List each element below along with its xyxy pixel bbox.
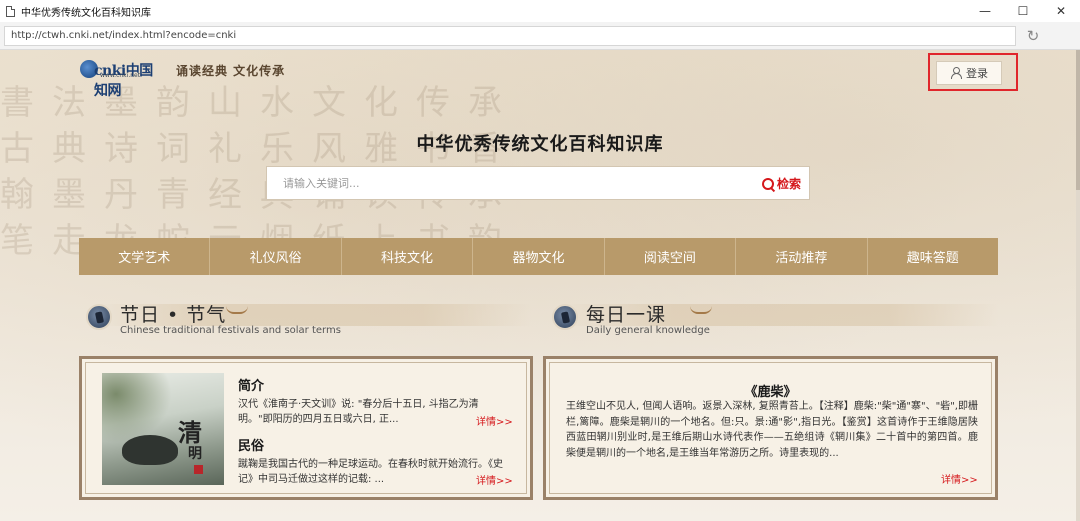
festivals-section-header: 节日 • 节气 Chinese traditional festivals an…: [80, 296, 532, 342]
logo-url-text: www.cnki.net: [100, 72, 141, 79]
document-icon: [6, 5, 15, 17]
search-button-label: 检索: [776, 177, 801, 191]
daily-section-header: 每日一课 Daily general knowledge: [546, 296, 998, 342]
close-button[interactable]: ✕: [1042, 0, 1080, 22]
festivals-title: 节日 • 节气: [120, 304, 227, 326]
cnki-logo[interactable]: cnki中国知网 www.cnki.net: [80, 60, 162, 99]
nav-item-literature-art[interactable]: 文学艺术: [79, 238, 211, 275]
daily-more-link[interactable]: 详情>>: [941, 471, 978, 486]
festivals-card: 清 明 简介 汉代《淮南子·天文训》说: "春分后十五日, 斗指乙为清明。"即阳…: [79, 356, 533, 500]
scrollbar-thumb[interactable]: [1076, 50, 1080, 190]
daily-subtitle: Daily general knowledge: [586, 325, 710, 336]
search-button[interactable]: 检索: [761, 175, 801, 192]
nav-item-quiz[interactable]: 趣味答题: [868, 238, 998, 275]
customs-heading: 民俗: [238, 439, 265, 454]
reload-icon[interactable]: ↻: [1024, 27, 1042, 45]
nav-item-technology-culture[interactable]: 科技文化: [342, 238, 474, 275]
nav-item-artifact-culture[interactable]: 器物文化: [473, 238, 605, 275]
minimize-button[interactable]: —: [966, 0, 1004, 22]
login-button[interactable]: 登录: [936, 61, 1002, 85]
address-bar: http://ctwh.cnki.net/index.html?encode=c…: [0, 22, 1080, 50]
login-label: 登录: [966, 67, 988, 80]
maximize-button[interactable]: ☐: [1004, 0, 1042, 22]
window-controls: — ☐ ✕: [966, 0, 1080, 22]
poem-text: 王维空山不见人, 但闻人语响。返景入深林, 复照青苔上。【注释】鹿柴:"柴"通"…: [566, 401, 978, 459]
qingming-thumbnail[interactable]: 清 明: [102, 373, 224, 485]
site-slogan: 诵读经典 文化传承: [176, 64, 286, 78]
search-input[interactable]: [267, 167, 737, 199]
customs-text: 蹴鞠是我国古代的一种足球运动。在春秋时就开始流行。《史记》中司马迁做过这样的记载…: [238, 459, 503, 485]
ink-stone-icon: [552, 304, 578, 330]
intro-heading: 简介: [238, 379, 265, 394]
page-title: 中华优秀传统文化百科知识库: [416, 134, 664, 155]
window-titlebar: 中华优秀传统文化百科知识库 — ☐ ✕: [0, 0, 1080, 22]
intro-more-link[interactable]: 详情>>: [476, 413, 513, 428]
daily-card: 《鹿柴》 王维空山不见人, 但闻人语响。返景入深林, 复照青苔上。【注释】鹿柴:…: [543, 356, 998, 500]
main-nav: 文学艺术 礼仪风俗 科技文化 器物文化 阅读空间 活动推荐 趣味答题: [79, 238, 998, 275]
nav-item-etiquette-customs[interactable]: 礼仪风俗: [210, 238, 342, 275]
login-highlight-box: 登录: [928, 53, 1018, 91]
ink-stone-icon: [86, 304, 112, 330]
thumb-glyph: 明: [188, 446, 202, 462]
search-bar: 检索: [266, 166, 810, 200]
user-icon: [950, 67, 962, 79]
willow-tree-shape: [102, 373, 172, 443]
daily-title: 每日一课: [586, 304, 667, 326]
customs-more-link[interactable]: 详情>>: [476, 472, 513, 487]
url-field[interactable]: http://ctwh.cnki.net/index.html?encode=c…: [4, 26, 1016, 46]
poem-title: 《鹿柴》: [744, 385, 797, 400]
nav-item-reading-space[interactable]: 阅读空间: [605, 238, 737, 275]
ox-shape: [122, 435, 178, 465]
festivals-subtitle: Chinese traditional festivals and solar …: [120, 325, 341, 336]
intro-text: 汉代《淮南子·天文训》说: "春分后十五日, 斗指乙为清明。"即阳历的四月五日或…: [238, 399, 479, 425]
scrollbar[interactable]: [1076, 50, 1080, 521]
red-seal-icon: [194, 465, 203, 474]
logo-text: cnki中国知网: [94, 63, 153, 99]
search-icon: [761, 177, 774, 190]
nav-item-activities[interactable]: 活动推荐: [736, 238, 868, 275]
page-content: 書法墨韵山水文化传承 古典诗词礼乐风雅书香 翰墨丹青经典诵读传承 笔走龙蛇云烟纸…: [0, 50, 1080, 521]
window-title: 中华优秀传统文化百科知识库: [21, 7, 151, 19]
